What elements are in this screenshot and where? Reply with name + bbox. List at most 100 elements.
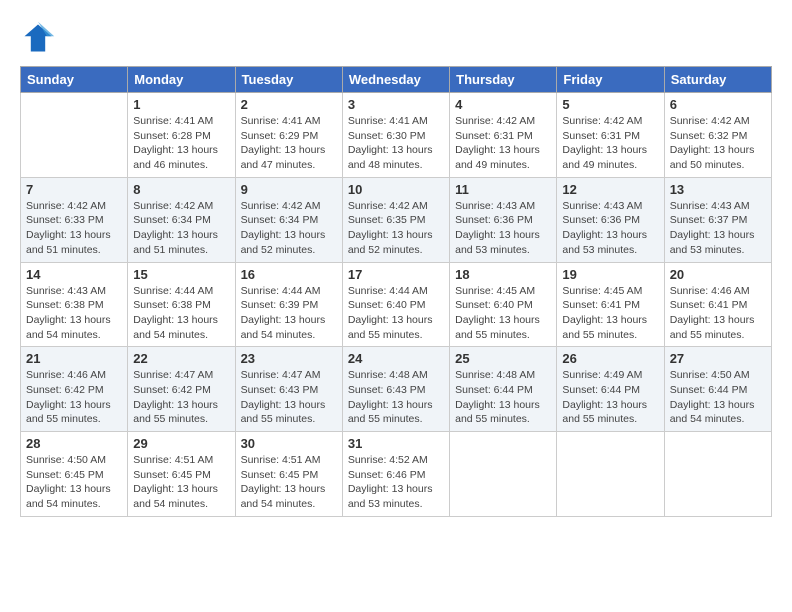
calendar-cell bbox=[21, 93, 128, 178]
calendar-cell: 3Sunrise: 4:41 AM Sunset: 6:30 PM Daylig… bbox=[342, 93, 449, 178]
day-number: 16 bbox=[241, 267, 337, 282]
day-number: 7 bbox=[26, 182, 122, 197]
calendar-cell: 4 Sunrise: 4:42 AM Sunset: 6:31 PM Daylig… bbox=[450, 93, 557, 178]
calendar-week-row: 14Sunrise: 4:43 AM Sunset: 6:38 PM Dayli… bbox=[21, 262, 772, 347]
day-number: 27 bbox=[670, 351, 766, 366]
day-number: 11 bbox=[455, 182, 551, 197]
day-number: 17 bbox=[348, 267, 444, 282]
calendar-cell: 8 Sunrise: 4:42 AM Sunset: 6:34 PM Daylig… bbox=[128, 177, 235, 262]
logo-icon bbox=[20, 20, 56, 56]
day-info: Sunrise: 4:49 AM Sunset: 6:44 PM Dayligh… bbox=[562, 368, 658, 427]
day-info: Sunrise: 4:42 AM Sunset: 6:35 PM Dayligh… bbox=[348, 199, 444, 258]
day-info: Sunrise: 4:51 AM Sunset: 6:45 PM Dayligh… bbox=[133, 453, 229, 512]
day-info: Sunrise: 4:41 AM Sunset: 6:29 PM Dayligh… bbox=[241, 114, 337, 173]
weekday-header-sunday: Sunday bbox=[21, 67, 128, 93]
calendar-cell: 14Sunrise: 4:43 AM Sunset: 6:38 PM Dayli… bbox=[21, 262, 128, 347]
day-number: 26 bbox=[562, 351, 658, 366]
calendar-cell: 20 Sunrise: 4:46 AM Sunset: 6:41 PM Dayli… bbox=[664, 262, 771, 347]
day-info: Sunrise: 4:42 AM Sunset: 6:31 PM Dayligh… bbox=[455, 114, 551, 173]
day-number: 23 bbox=[241, 351, 337, 366]
day-number: 30 bbox=[241, 436, 337, 451]
calendar-cell: 25 Sunrise: 4:48 AM Sunset: 6:44 PM Dayli… bbox=[450, 347, 557, 432]
day-number: 19 bbox=[562, 267, 658, 282]
day-number: 10 bbox=[348, 182, 444, 197]
day-info: Sunrise: 4:42 AM Sunset: 6:32 PM Dayligh… bbox=[670, 114, 766, 173]
calendar-week-row: 1 Sunrise: 4:41 AM Sunset: 6:28 PM Daylig… bbox=[21, 93, 772, 178]
day-info: Sunrise: 4:45 AM Sunset: 6:40 PM Dayligh… bbox=[455, 284, 551, 343]
calendar-week-row: 7 Sunrise: 4:42 AM Sunset: 6:33 PM Daylig… bbox=[21, 177, 772, 262]
weekday-header-friday: Friday bbox=[557, 67, 664, 93]
calendar-cell: 2 Sunrise: 4:41 AM Sunset: 6:29 PM Daylig… bbox=[235, 93, 342, 178]
logo bbox=[20, 20, 60, 56]
day-number: 18 bbox=[455, 267, 551, 282]
day-info: Sunrise: 4:46 AM Sunset: 6:41 PM Dayligh… bbox=[670, 284, 766, 343]
calendar-cell: 1 Sunrise: 4:41 AM Sunset: 6:28 PM Daylig… bbox=[128, 93, 235, 178]
calendar-cell: 18 Sunrise: 4:45 AM Sunset: 6:40 PM Dayli… bbox=[450, 262, 557, 347]
day-number: 5 bbox=[562, 97, 658, 112]
day-number: 24 bbox=[348, 351, 444, 366]
day-number: 28 bbox=[26, 436, 122, 451]
calendar-week-row: 28Sunrise: 4:50 AM Sunset: 6:45 PM Dayli… bbox=[21, 432, 772, 517]
calendar-table: SundayMondayTuesdayWednesdayThursdayFrid… bbox=[20, 66, 772, 517]
day-info: Sunrise: 4:44 AM Sunset: 6:39 PM Dayligh… bbox=[241, 284, 337, 343]
day-info: Sunrise: 4:41 AM Sunset: 6:28 PM Dayligh… bbox=[133, 114, 229, 173]
day-number: 4 bbox=[455, 97, 551, 112]
day-info: Sunrise: 4:42 AM Sunset: 6:34 PM Dayligh… bbox=[241, 199, 337, 258]
day-info: Sunrise: 4:52 AM Sunset: 6:46 PM Dayligh… bbox=[348, 453, 444, 512]
day-number: 15 bbox=[133, 267, 229, 282]
calendar-cell: 27 Sunrise: 4:50 AM Sunset: 6:44 PM Dayli… bbox=[664, 347, 771, 432]
calendar-cell: 26 Sunrise: 4:49 AM Sunset: 6:44 PM Dayli… bbox=[557, 347, 664, 432]
day-number: 3 bbox=[348, 97, 444, 112]
day-info: Sunrise: 4:47 AM Sunset: 6:42 PM Dayligh… bbox=[133, 368, 229, 427]
weekday-header-saturday: Saturday bbox=[664, 67, 771, 93]
day-number: 6 bbox=[670, 97, 766, 112]
calendar-cell: 5Sunrise: 4:42 AM Sunset: 6:31 PM Daylig… bbox=[557, 93, 664, 178]
weekday-header-row: SundayMondayTuesdayWednesdayThursdayFrid… bbox=[21, 67, 772, 93]
day-info: Sunrise: 4:42 AM Sunset: 6:34 PM Dayligh… bbox=[133, 199, 229, 258]
calendar-cell: 28Sunrise: 4:50 AM Sunset: 6:45 PM Dayli… bbox=[21, 432, 128, 517]
day-info: Sunrise: 4:43 AM Sunset: 6:37 PM Dayligh… bbox=[670, 199, 766, 258]
calendar-cell: 10 Sunrise: 4:42 AM Sunset: 6:35 PM Dayli… bbox=[342, 177, 449, 262]
day-number: 13 bbox=[670, 182, 766, 197]
calendar-cell: 23 Sunrise: 4:47 AM Sunset: 6:43 PM Dayli… bbox=[235, 347, 342, 432]
day-info: Sunrise: 4:50 AM Sunset: 6:44 PM Dayligh… bbox=[670, 368, 766, 427]
day-number: 14 bbox=[26, 267, 122, 282]
day-info: Sunrise: 4:42 AM Sunset: 6:33 PM Dayligh… bbox=[26, 199, 122, 258]
calendar-cell: 13 Sunrise: 4:43 AM Sunset: 6:37 PM Dayli… bbox=[664, 177, 771, 262]
day-info: Sunrise: 4:51 AM Sunset: 6:45 PM Dayligh… bbox=[241, 453, 337, 512]
calendar-cell: 24 Sunrise: 4:48 AM Sunset: 6:43 PM Dayli… bbox=[342, 347, 449, 432]
weekday-header-thursday: Thursday bbox=[450, 67, 557, 93]
day-info: Sunrise: 4:43 AM Sunset: 6:36 PM Dayligh… bbox=[562, 199, 658, 258]
calendar-cell: 6 Sunrise: 4:42 AM Sunset: 6:32 PM Daylig… bbox=[664, 93, 771, 178]
calendar-cell bbox=[557, 432, 664, 517]
calendar-cell: 21Sunrise: 4:46 AM Sunset: 6:42 PM Dayli… bbox=[21, 347, 128, 432]
day-info: Sunrise: 4:47 AM Sunset: 6:43 PM Dayligh… bbox=[241, 368, 337, 427]
calendar-cell: 15 Sunrise: 4:44 AM Sunset: 6:38 PM Dayli… bbox=[128, 262, 235, 347]
calendar-cell: 22 Sunrise: 4:47 AM Sunset: 6:42 PM Dayli… bbox=[128, 347, 235, 432]
day-info: Sunrise: 4:48 AM Sunset: 6:44 PM Dayligh… bbox=[455, 368, 551, 427]
calendar-cell bbox=[664, 432, 771, 517]
day-number: 8 bbox=[133, 182, 229, 197]
page-header bbox=[20, 20, 772, 56]
day-number: 25 bbox=[455, 351, 551, 366]
weekday-header-tuesday: Tuesday bbox=[235, 67, 342, 93]
day-number: 1 bbox=[133, 97, 229, 112]
day-number: 22 bbox=[133, 351, 229, 366]
day-info: Sunrise: 4:44 AM Sunset: 6:40 PM Dayligh… bbox=[348, 284, 444, 343]
day-info: Sunrise: 4:45 AM Sunset: 6:41 PM Dayligh… bbox=[562, 284, 658, 343]
day-number: 9 bbox=[241, 182, 337, 197]
calendar-cell: 7 Sunrise: 4:42 AM Sunset: 6:33 PM Daylig… bbox=[21, 177, 128, 262]
calendar-cell: 31 Sunrise: 4:52 AM Sunset: 6:46 PM Dayli… bbox=[342, 432, 449, 517]
weekday-header-monday: Monday bbox=[128, 67, 235, 93]
calendar-week-row: 21Sunrise: 4:46 AM Sunset: 6:42 PM Dayli… bbox=[21, 347, 772, 432]
day-number: 2 bbox=[241, 97, 337, 112]
day-info: Sunrise: 4:46 AM Sunset: 6:42 PM Dayligh… bbox=[26, 368, 122, 427]
day-number: 29 bbox=[133, 436, 229, 451]
day-number: 31 bbox=[348, 436, 444, 451]
day-number: 20 bbox=[670, 267, 766, 282]
day-info: Sunrise: 4:48 AM Sunset: 6:43 PM Dayligh… bbox=[348, 368, 444, 427]
calendar-cell: 29 Sunrise: 4:51 AM Sunset: 6:45 PM Dayli… bbox=[128, 432, 235, 517]
day-info: Sunrise: 4:44 AM Sunset: 6:38 PM Dayligh… bbox=[133, 284, 229, 343]
calendar-cell: 9 Sunrise: 4:42 AM Sunset: 6:34 PM Daylig… bbox=[235, 177, 342, 262]
calendar-cell: 30 Sunrise: 4:51 AM Sunset: 6:45 PM Dayli… bbox=[235, 432, 342, 517]
